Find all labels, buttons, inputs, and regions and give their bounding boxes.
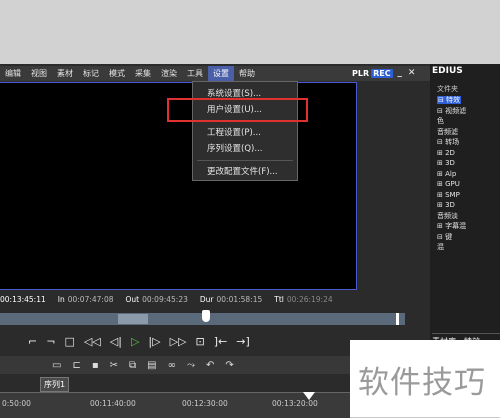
out-timecode: 00:09:45:23 (142, 294, 188, 304)
sequence-tab[interactable]: 序列1 (40, 377, 70, 392)
link-icon[interactable]: ∞ (168, 360, 176, 371)
player-recorder-toggle[interactable]: PLR REC _ ✕ (352, 67, 417, 79)
tree-item[interactable]: ⊞ Alp (437, 169, 500, 180)
mark-out-icon[interactable]: ¬ (46, 335, 55, 348)
menu-separator (197, 160, 293, 161)
menu-mode[interactable]: 模式 (104, 66, 130, 81)
tree-item[interactable]: ⊞ 3D (437, 200, 500, 211)
dur-label: Dur (199, 294, 214, 304)
out-label: Out (125, 294, 140, 304)
dur-timecode: 00:01:58:15 (216, 294, 263, 304)
menu-help[interactable]: 帮助 (234, 66, 260, 81)
ttl-timecode: 00:26:19:24 (286, 294, 333, 304)
step-back-icon[interactable]: ◁| (110, 335, 122, 348)
menu-view[interactable]: 视图 (26, 66, 52, 81)
tree-item[interactable]: ⊟ 键 (437, 232, 500, 243)
menu-clip[interactable]: 素材 (52, 66, 78, 81)
settings-dropdown-menu: 系统设置(S)... 用户设置(U)... 工程设置(P)... 序列设置(Q)… (192, 81, 298, 181)
trim-in-icon[interactable]: ]← (214, 335, 228, 348)
timeline-cursor[interactable] (303, 392, 315, 400)
tree-item[interactable]: ⊞ 字幕混 (437, 221, 500, 232)
menu-marker[interactable]: 标记 (78, 66, 104, 81)
ruler-label: 00:13:20:00 (272, 399, 318, 408)
tree-item[interactable]: ⊞ 3D (437, 158, 500, 169)
timecode-bar: 00:13:45:11 In 00:07:47:08 Out 00:09:45:… (0, 292, 360, 306)
watermark-text: 软件技巧 (358, 365, 486, 401)
timeline-ruler[interactable]: 0:50:00 00:11:40:00 00:12:30:00 00:13:20… (0, 392, 350, 418)
minimize-button[interactable]: _ (395, 68, 405, 78)
tree-item[interactable]: ⊞ GPU (437, 179, 500, 190)
menu-item-sequence-settings[interactable]: 序列设置(Q)... (193, 141, 297, 157)
new-file-icon[interactable]: ▭ (52, 360, 61, 371)
tree-item[interactable]: ⊟ 特效 (437, 95, 500, 106)
save-icon[interactable]: ▪ (92, 360, 99, 371)
tree-item[interactable]: 音频滤 (437, 127, 500, 138)
timeline-toolbar: ▭ ⊏ ▪ ✂ ⧉ ▤ ∞ ⤳ ↶ ↷ (0, 356, 350, 374)
tree-item[interactable]: 色 (437, 116, 500, 127)
redo-icon[interactable]: ↷ (225, 360, 233, 371)
rewind-icon[interactable]: ◁◁ (84, 335, 101, 348)
menu-item-project-settings[interactable]: 工程设置(P)... (193, 125, 297, 141)
tree-item[interactable]: ⊟ 视频滤 (437, 106, 500, 117)
in-label: In (57, 294, 65, 304)
ruler-label: 0:50:00 (2, 399, 31, 408)
menu-edit[interactable]: 编辑 (0, 66, 26, 81)
effects-tree: ⊟ 特效 ⊟ 视频滤 色 音频滤 ⊟ 转场 ⊞ 2D ⊞ 3D ⊞ Alp ⊞ … (437, 95, 500, 253)
scrub-handle[interactable] (202, 310, 210, 322)
mark-in-icon[interactable]: ⌐ (28, 335, 37, 348)
cut-icon[interactable]: ✂ (110, 360, 118, 371)
ttl-label: Ttl (274, 294, 284, 304)
fast-forward-icon[interactable]: ▷▷ (170, 335, 187, 348)
tree-item[interactable]: ⊞ 2D (437, 148, 500, 159)
menu-tools[interactable]: 工具 (182, 66, 208, 81)
trim-out-icon[interactable]: →] (236, 335, 250, 348)
desktop-background (0, 0, 500, 64)
current-timecode: 00:13:45:11 (0, 294, 46, 304)
tree-item[interactable]: 音频淡 (437, 211, 500, 222)
in-timecode: 00:07:47:08 (67, 294, 114, 304)
paste-icon[interactable]: ▤ (147, 360, 156, 371)
stop-icon[interactable]: □ (64, 335, 74, 348)
plr-label[interactable]: PLR (352, 69, 369, 78)
menu-capture[interactable]: 采集 (130, 66, 156, 81)
scrub-in-out-range (118, 314, 148, 324)
ruler-label: 00:12:30:00 (182, 399, 228, 408)
ruler-label: 00:11:40:00 (90, 399, 136, 408)
scrub-end-marker (396, 313, 399, 325)
rec-label[interactable]: REC (371, 68, 393, 78)
menu-render[interactable]: 渲染 (156, 66, 182, 81)
menu-item-change-profile[interactable]: 更改配置文件(F)... (193, 164, 297, 180)
tree-item[interactable]: ⊟ 转场 (437, 137, 500, 148)
folder-label: 文件夹 (437, 85, 458, 93)
open-folder-icon[interactable]: ⊏ (72, 360, 80, 371)
loop-icon[interactable]: ⊡ (196, 335, 205, 348)
transport-controls: ⌐ ¬ □ ◁◁ ◁| ▷ |▷ ▷▷ ⊡ ]← →] (0, 330, 370, 352)
step-forward-icon[interactable]: |▷ (148, 335, 160, 348)
menu-settings[interactable]: 设置 (208, 66, 234, 81)
play-icon[interactable]: ▷ (131, 335, 139, 348)
copy-icon[interactable]: ⧉ (129, 360, 136, 371)
undo-icon[interactable]: ↶ (206, 360, 214, 371)
highlight-annotation-box (167, 98, 308, 122)
ripple-icon[interactable]: ⤳ (187, 360, 195, 371)
tree-item[interactable]: 混 (437, 242, 500, 253)
close-button[interactable]: ✕ (407, 68, 417, 78)
edius-logo: EDIUS (432, 66, 463, 76)
tree-item[interactable]: ⊞ SMP (437, 190, 500, 201)
